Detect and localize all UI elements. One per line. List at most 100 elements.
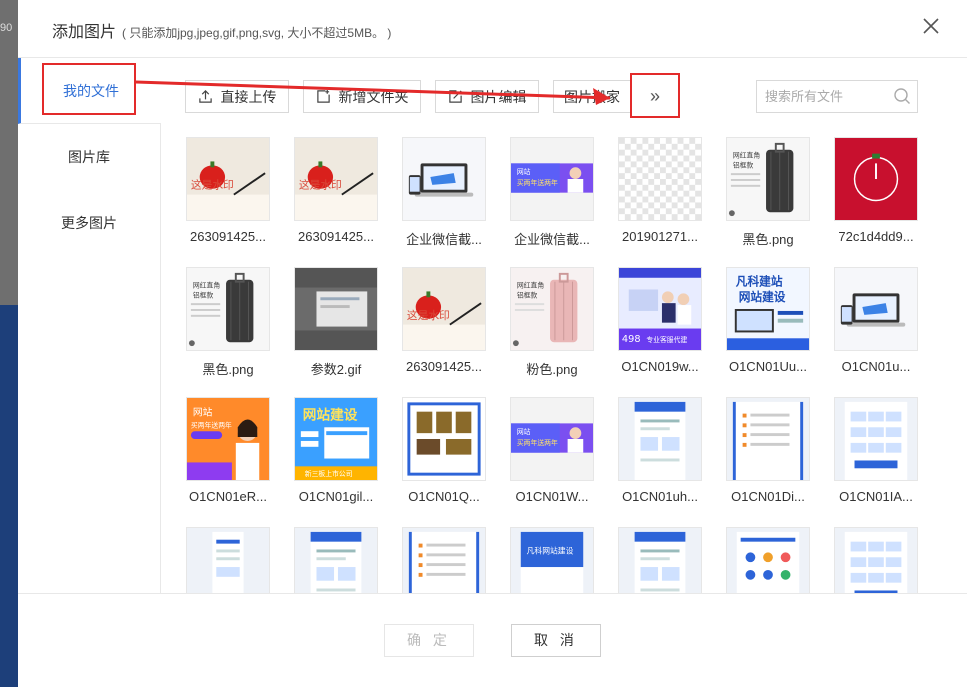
- svg-text:铝框款: 铝框款: [733, 160, 754, 169]
- file-thumbnail[interactable]: [618, 527, 702, 593]
- file-thumbnail[interactable]: 这是水印: [402, 267, 486, 351]
- file-name: 企业微信截...: [514, 232, 590, 247]
- file-name: 企业微信截...: [406, 232, 482, 247]
- svg-text:这是水印: 这是水印: [299, 179, 342, 192]
- upload-icon: [198, 90, 212, 103]
- file-item[interactable]: 参数2.gif: [294, 267, 378, 378]
- svg-text:铝框款: 铝框款: [193, 290, 214, 299]
- file-item[interactable]: 201901271...: [618, 137, 702, 244]
- file-thumbnail[interactable]: 498 专业客服代建: [618, 267, 702, 351]
- file-thumbnail[interactable]: [294, 267, 378, 351]
- file-item[interactable]: 这是水印 263091425...: [402, 267, 486, 374]
- svg-text:网站: 网站: [517, 167, 531, 176]
- file-thumbnail[interactable]: [834, 137, 918, 221]
- file-item[interactable]: 网站买两年送两年 O1CN01W...: [510, 397, 594, 504]
- file-item[interactable]: 凡科建站 网站建设 O1CN01Uu...: [726, 267, 810, 374]
- dialog-footer: 确 定 取 消: [18, 593, 967, 687]
- file-thumbnail[interactable]: 这是水印: [294, 137, 378, 221]
- file-name: 201901271...: [622, 229, 698, 244]
- file-item[interactable]: 凡科网站建设: [510, 527, 594, 593]
- svg-text:铝框款: 铝框款: [517, 290, 538, 299]
- file-thumbnail[interactable]: [618, 137, 702, 221]
- svg-text:网站建设: 网站建设: [303, 406, 358, 423]
- svg-text:网红直角: 网红直角: [733, 151, 760, 160]
- svg-text:买两年送两年: 买两年送两年: [191, 420, 232, 429]
- search-input[interactable]: [757, 81, 885, 111]
- sidebar-item-image-library[interactable]: 图片库: [18, 124, 160, 190]
- svg-text:498: 498: [622, 334, 641, 345]
- file-thumbnail[interactable]: 网红直角 铝框款: [186, 267, 270, 351]
- file-thumbnail[interactable]: [726, 397, 810, 481]
- svg-text:新三板上市公司: 新三板上市公司: [305, 469, 353, 478]
- file-thumbnail[interactable]: 这是水印: [186, 137, 270, 221]
- file-item[interactable]: 网站 买两年送两年 O1CN01eR...: [186, 397, 270, 504]
- file-name: O1CN01Q...: [408, 489, 480, 504]
- file-thumbnail[interactable]: 网站建设新三板上市公司: [294, 397, 378, 481]
- dialog-title-text: 添加图片: [52, 24, 117, 41]
- file-name: O1CN01W...: [515, 489, 589, 504]
- svg-text:网红直角: 网红直角: [517, 281, 544, 290]
- file-thumbnail[interactable]: [618, 397, 702, 481]
- confirm-button[interactable]: 确 定: [384, 624, 474, 657]
- cancel-button[interactable]: 取 消: [511, 624, 601, 657]
- file-thumbnail[interactable]: [726, 527, 810, 593]
- file-name: 黑色.png: [742, 232, 794, 247]
- file-item[interactable]: 网站建设新三板上市公司 O1CN01gil...: [294, 397, 378, 504]
- file-thumbnail[interactable]: [402, 397, 486, 481]
- file-thumbnail[interactable]: 网红直角 铝框款: [510, 267, 594, 351]
- file-item[interactable]: 企业微信截...: [402, 137, 486, 248]
- file-item[interactable]: 这是水印 263091425...: [186, 137, 270, 244]
- file-thumbnail[interactable]: 凡科网站建设: [510, 527, 594, 593]
- file-thumbnail[interactable]: [834, 527, 918, 593]
- file-name: 黑色.png: [202, 362, 254, 377]
- file-thumbnail[interactable]: 网站 买两年送两年: [510, 397, 594, 481]
- file-item[interactable]: O1CN01u...: [834, 267, 918, 374]
- file-name: O1CN01gil...: [298, 489, 374, 504]
- file-thumbnail[interactable]: [402, 527, 486, 593]
- close-button[interactable]: [921, 16, 941, 36]
- svg-text:网站建设: 网站建设: [739, 290, 786, 304]
- file-name: O1CN01IA...: [839, 489, 913, 504]
- file-item[interactable]: O1CN01Di...: [726, 397, 810, 504]
- new-folder-icon: [316, 89, 330, 103]
- file-name: O1CN01u...: [841, 359, 911, 374]
- file-thumbnail[interactable]: [402, 137, 486, 221]
- upload-button[interactable]: 直接上传: [185, 80, 289, 113]
- file-thumbnail[interactable]: 网红直角 铝框款: [726, 137, 810, 221]
- file-item[interactable]: [726, 527, 810, 593]
- file-thumbnail[interactable]: 凡科建站 网站建设: [726, 267, 810, 351]
- file-name: 263091425...: [406, 359, 482, 374]
- file-thumbnail[interactable]: [294, 527, 378, 593]
- file-thumbnail[interactable]: [186, 527, 270, 593]
- svg-text:凡科网站建设: 凡科网站建设: [527, 545, 574, 555]
- file-name: O1CN01uh...: [622, 489, 698, 504]
- svg-text:网站: 网站: [517, 427, 531, 436]
- search-icon[interactable]: [893, 87, 911, 105]
- file-item[interactable]: O1CN01IA...: [834, 397, 918, 504]
- file-item[interactable]: O1CN01Q...: [402, 397, 486, 504]
- file-item[interactable]: 网红直角 铝框款 粉色.png: [510, 267, 594, 378]
- image-edit-button[interactable]: 图片编辑: [435, 80, 539, 113]
- file-item[interactable]: [186, 527, 270, 593]
- sidebar-item-more-images[interactable]: 更多图片: [18, 190, 160, 256]
- file-thumbnail[interactable]: 网站 买两年送两年: [186, 397, 270, 481]
- image-move-button[interactable]: 图片搬家: [553, 80, 631, 113]
- new-folder-button[interactable]: 新增文件夹: [303, 80, 421, 113]
- file-item[interactable]: 72c1d4dd9...: [834, 137, 918, 244]
- file-item[interactable]: [834, 527, 918, 593]
- file-thumbnail[interactable]: 网站 买两年送两年: [510, 137, 594, 221]
- file-thumbnail[interactable]: [834, 397, 918, 481]
- file-item[interactable]: [402, 527, 486, 593]
- file-item[interactable]: 498 专业客服代建 O1CN019w...: [618, 267, 702, 374]
- file-item[interactable]: 网红直角 铝框款黑色.png: [726, 137, 810, 248]
- file-item[interactable]: [618, 527, 702, 593]
- file-name: 72c1d4dd9...: [838, 229, 914, 244]
- file-item[interactable]: 这是水印 263091425...: [294, 137, 378, 244]
- file-item[interactable]: [294, 527, 378, 593]
- file-item[interactable]: 网站 买两年送两年企业微信截...: [510, 137, 594, 248]
- file-item[interactable]: O1CN01uh...: [618, 397, 702, 504]
- svg-text:专业客服代建: 专业客服代建: [646, 335, 687, 344]
- svg-text:买两年送两年: 买两年送两年: [517, 438, 558, 447]
- file-item[interactable]: 网红直角 铝框款黑色.png: [186, 267, 270, 378]
- file-thumbnail[interactable]: [834, 267, 918, 351]
